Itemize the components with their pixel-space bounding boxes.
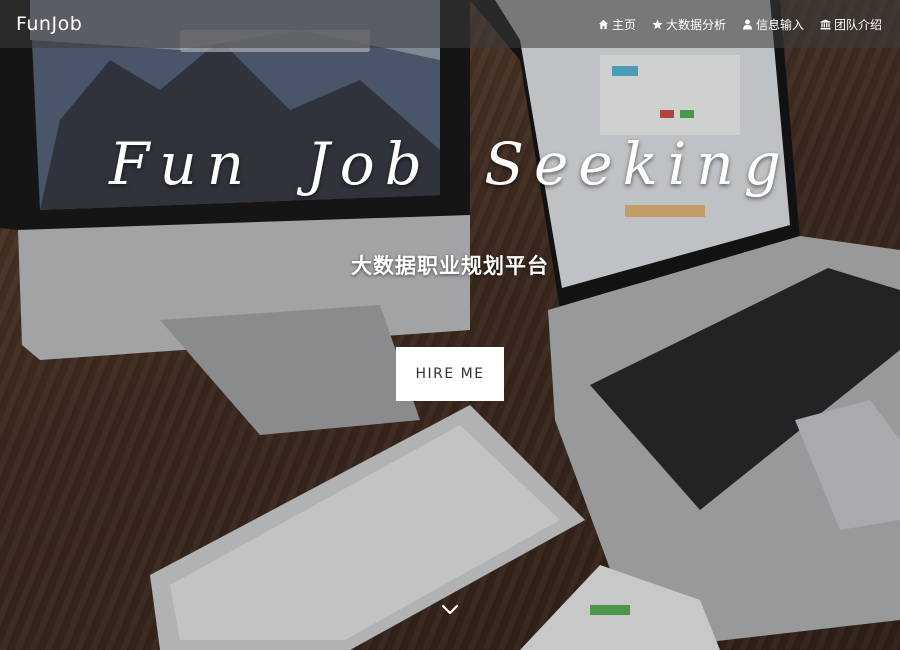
hero-subtitle: 大数据职业规划平台 — [351, 254, 549, 278]
dim-overlay — [0, 0, 900, 650]
nav-item-team-intro[interactable]: 团队介绍 — [820, 16, 882, 33]
hero-background — [0, 0, 900, 650]
nav-item-label: 团队介绍 — [833, 17, 882, 32]
nav-links: 主页 大数据分析 信息输入 团队介绍 — [598, 16, 882, 33]
nav-item-info-input[interactable]: 信息输入 — [742, 16, 804, 33]
hire-me-button[interactable]: HIRE ME — [396, 347, 504, 401]
nav-item-label: 大数据分析 — [665, 17, 726, 32]
top-navbar: FunJob 主页 大数据分析 信息输入 团队介绍 — [0, 0, 900, 48]
nav-item-big-data-analysis[interactable]: 大数据分析 — [652, 16, 726, 33]
brand-logo[interactable]: FunJob — [16, 13, 82, 35]
scroll-down-button[interactable] — [440, 600, 460, 620]
home-icon — [598, 19, 609, 30]
user-icon — [742, 19, 753, 30]
institution-icon — [820, 18, 831, 30]
nav-item-label: 信息输入 — [755, 17, 804, 32]
star-icon — [652, 18, 663, 30]
nav-item-home[interactable]: 主页 — [598, 16, 636, 33]
hero-title: Fun Job Seeking — [109, 130, 791, 198]
nav-item-label: 主页 — [611, 17, 636, 32]
chevron-down-icon — [441, 601, 459, 620]
